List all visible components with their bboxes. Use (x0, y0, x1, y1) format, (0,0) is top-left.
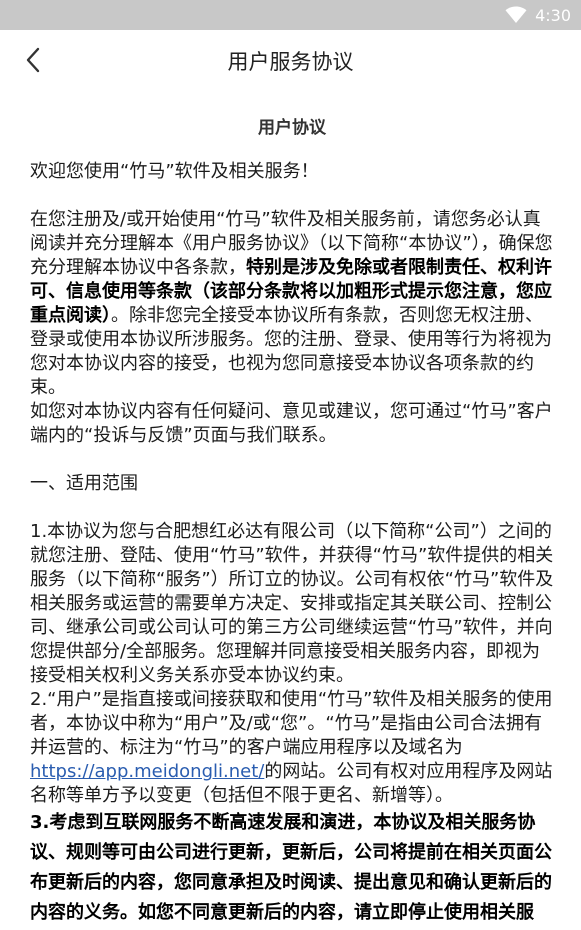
contact-paragraph: 如您对本协议内容有任何疑问、意见或建议，您可通过“竹马”客户端内的“投诉与反馈”… (30, 401, 553, 446)
agreement-content[interactable]: 用户协议 欢迎您使用“竹马”软件及相关服务！ 在您注册及/或开始使用“竹马”软件… (30, 100, 554, 930)
status-time: 4:30 (535, 5, 571, 25)
welcome-text: 欢迎您使用“竹马”软件及相关服务！ (30, 161, 319, 182)
clause-1: 1.本协议为您与合肥想红必达有限公司（以下简称“公司”）之间的就您注册、登陆、使… (30, 521, 554, 686)
clause-2: 2.“用户”是指直接或间接获取和使用“竹马”软件及相关服务的使用者，本协议中称为… (30, 688, 554, 808)
status-bar: 4:30 (0, 0, 581, 30)
wifi-icon (505, 6, 527, 23)
document-heading: 用户协议 (258, 118, 326, 138)
section-title: 一、适用范围 (30, 473, 138, 494)
app-bar: 用户服务协议 (0, 30, 581, 90)
status-icons: 4:30 (505, 0, 571, 30)
intro-paragraph: 在您注册及/或开始使用“竹马”软件及相关服务前，请您务必认真阅读并充分理解本《用… (30, 208, 554, 400)
clause-3: 3.考虑到互联网服务不断高速发展和演进，本协议及相关服务协议、规则等可由公司进行… (30, 812, 552, 923)
page-title: 用户服务协议 (227, 50, 354, 74)
website-link[interactable]: https://app.meidongli.net/ (30, 761, 264, 782)
clause-2-text-a: 2.“用户”是指直接或间接获取和使用“竹马”软件及相关服务的使用者，本协议中称为… (30, 689, 553, 758)
